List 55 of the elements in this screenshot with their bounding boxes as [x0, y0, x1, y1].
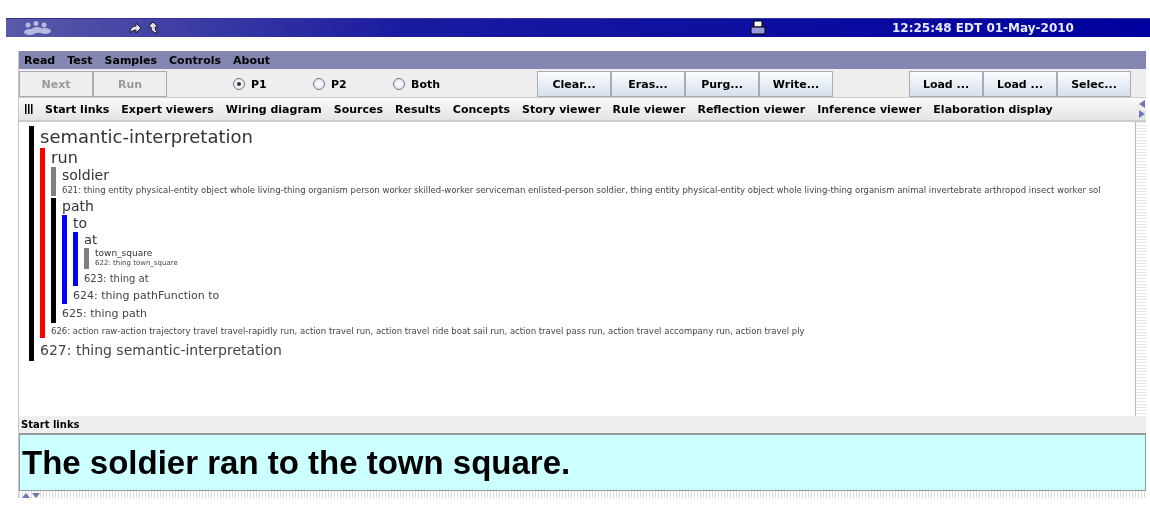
- tab[interactable]: Results: [394, 102, 441, 116]
- node-description: 626: action raw-action trajectory travel travel-rapidly run, action travel run, action travel ride boat sail run, action travel pass run, action travel accompany run, action travel ply: [51, 324, 806, 338]
- radio-icon[interactable]: [393, 78, 405, 90]
- menu-item[interactable]: Samples: [104, 53, 157, 67]
- node-description: 625: thing path: [62, 306, 148, 323]
- tab[interactable]: Rule viewer: [612, 102, 686, 116]
- tab[interactable]: Reflection viewer: [697, 102, 806, 116]
- tab[interactable]: Inference viewer: [817, 102, 922, 116]
- tab[interactable]: Wiring diagram: [225, 102, 322, 116]
- radio-icon[interactable]: [233, 78, 245, 90]
- radio-label: P1: [251, 77, 267, 91]
- node-label: semantic-interpretation: [40, 126, 254, 148]
- toolbar-button[interactable]: Load ...: [983, 71, 1057, 97]
- scroll-arrows-icon[interactable]: [1139, 99, 1145, 119]
- node-label: path: [62, 198, 95, 216]
- toolbar-button[interactable]: Write...: [759, 71, 833, 97]
- radio-option[interactable]: P1: [233, 71, 313, 97]
- node-description: 621: thing entity physical-entity object whole living-thing organism person worker skilled-worker serviceman enlisted-person soldier, thing entity physical-entity object whole living-thing organism animal invertebrate arthropod insect worker sol: [62, 183, 1101, 197]
- radio-icon[interactable]: [313, 78, 325, 90]
- node-label: at: [84, 231, 99, 248]
- tab[interactable]: Concepts: [452, 102, 510, 116]
- grip-icon[interactable]: [25, 104, 33, 114]
- tab[interactable]: Sources: [333, 102, 383, 116]
- toolbar-button[interactable]: Load ...: [909, 71, 983, 97]
- tab[interactable]: Expert viewers: [121, 102, 214, 116]
- tab[interactable]: Elaboration display: [933, 102, 1053, 116]
- node-label: town_square: [95, 247, 154, 259]
- arrow-icon[interactable]: [128, 21, 142, 35]
- menu-item[interactable]: About: [233, 53, 271, 67]
- node-description: 623: thing at: [84, 271, 150, 286]
- toolbar-button[interactable]: Eras...: [611, 71, 685, 97]
- toolbar-button[interactable]: Purg...: [685, 71, 759, 97]
- node-label: to: [73, 215, 89, 232]
- node-label: soldier: [62, 166, 110, 184]
- radio-label: P2: [331, 77, 347, 91]
- menu-item[interactable]: Controls: [169, 53, 222, 67]
- sentence-field[interactable]: The soldier ran to the town square.: [19, 434, 1146, 491]
- node-description: 627: thing semantic-interpretation: [40, 340, 283, 360]
- menu-item[interactable]: Test: [67, 53, 93, 67]
- tab[interactable]: Start links: [45, 102, 110, 116]
- collapse-arrows-icon[interactable]: [21, 491, 41, 498]
- panel-label: Start links: [19, 416, 1146, 434]
- node-description: 624: thing pathFunction to: [73, 287, 220, 304]
- radio-option[interactable]: Both: [393, 71, 537, 97]
- node-label: run: [51, 147, 79, 167]
- radio-label: Both: [411, 77, 441, 91]
- printer-icon[interactable]: [750, 20, 766, 36]
- clock: 12:25:48 EDT 01-May-2010: [892, 21, 1074, 35]
- tab[interactable]: Story viewer: [522, 102, 601, 116]
- radio-option[interactable]: P2: [313, 71, 393, 97]
- toolbar-button[interactable]: Selec...: [1057, 71, 1131, 97]
- menu-item[interactable]: Read: [24, 53, 56, 67]
- arrow-icon[interactable]: [146, 21, 160, 35]
- toolbar-button[interactable]: Clear...: [537, 71, 611, 97]
- scrollbar[interactable]: [1135, 122, 1146, 416]
